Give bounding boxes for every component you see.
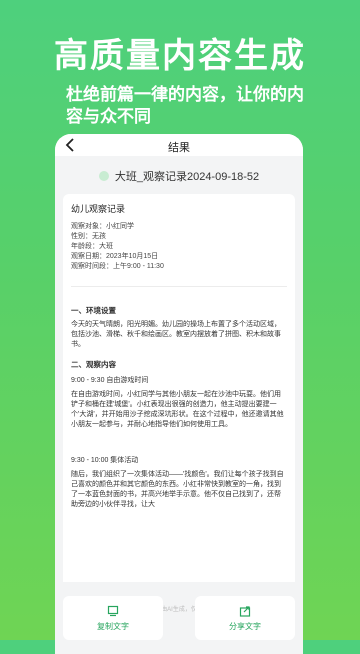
record-dot-icon (98, 171, 109, 181)
section-text: 随后，我们组织了一次集体活动——'找颜色'。我们让每个孩子找到自己喜欢的颜色并和… (71, 471, 284, 508)
section-heading: 二、观察内容 (71, 360, 116, 369)
info-line: 观察对象：小红同学 (71, 223, 134, 230)
copy-label: 复制文字 (97, 621, 129, 631)
phone-mockup: 结果 大班_观察记录2024-09-18-52 幼儿观察记录 观察对象：小红同学… (55, 134, 303, 654)
page-title: 结果 (168, 142, 190, 154)
info-block: 观察对象：小红同学 性别：无孩 年龄段：大班 观察日期：2023年10月15日 … (71, 222, 164, 272)
app-topbar: 结果 (55, 134, 303, 156)
info-line: 观察日期：2023年10月15日 (71, 253, 159, 260)
share-label: 分享文字 (229, 621, 261, 631)
copy-text-button[interactable]: 复制文字 (63, 596, 163, 640)
divider (71, 286, 287, 287)
hero-subtitle: 杜绝前篇一律的内容，让你的内容与众不同 (66, 85, 304, 126)
hero-title: 高质量内容生成 (54, 37, 306, 75)
time-slot: 9:30 - 10:00 集体活动 (71, 457, 139, 464)
card-title: 幼儿观察记录 (71, 204, 126, 214)
info-line: 性别：无孩 (71, 233, 106, 240)
record-name: 大班_观察记录2024-09-18-52 (114, 171, 260, 183)
info-line: 年龄段：大班 (71, 243, 113, 250)
section-text: 在自由游戏时间，小红同学与其他小朋友一起在沙池中玩耍。他们用铲子和桶在建'城堡'… (71, 391, 284, 428)
share-text-button[interactable]: 分享文字 (195, 596, 295, 640)
time-slot: 9:00 - 9:30 自由游戏时间 (71, 377, 149, 384)
share-icon (239, 605, 251, 617)
record-header: 大班_观察记录2024-09-18-52 (55, 164, 303, 188)
section-text: 今天的天气晴朗，阳光明媚。幼儿园的操场上布置了多个活动区域，包括沙池、滑梯、秋千… (71, 321, 281, 348)
copy-icon (107, 605, 119, 616)
section-heading: 一、环境设置 (71, 306, 116, 315)
info-line: 观察时间段：上午9:00 - 11:30 (71, 263, 164, 270)
observation-card: 幼儿观察记录 观察对象：小红同学 性别：无孩 年龄段：大班 观察日期：2023年… (63, 194, 295, 620)
